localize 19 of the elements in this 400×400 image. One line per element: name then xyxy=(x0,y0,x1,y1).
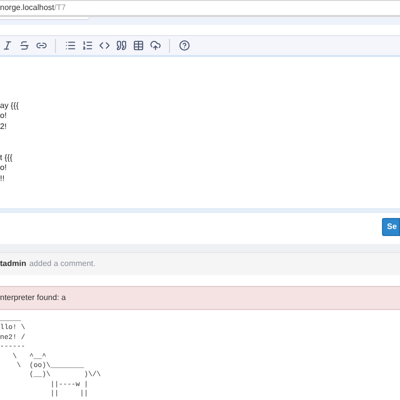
title-field[interactable] xyxy=(0,17,90,20)
editor-text-line: !! xyxy=(0,174,4,183)
editor-text-line: ay {{{ xyxy=(0,101,19,110)
send-button[interactable]: Se xyxy=(382,218,400,236)
comment-author[interactable]: tadmin xyxy=(0,258,26,270)
cloud-upload-icon[interactable] xyxy=(148,38,162,52)
numbered-list-icon[interactable] xyxy=(80,38,94,52)
error-message: nterpreter found: a xyxy=(0,292,66,304)
editor-text-line: t {{{ xyxy=(0,153,12,162)
table-icon[interactable] xyxy=(131,38,145,52)
editor-text-line: o! xyxy=(0,111,7,120)
help-icon[interactable] xyxy=(177,38,191,52)
comment-action: added a comment. xyxy=(29,258,96,270)
url-host: norge.localhost xyxy=(0,2,54,14)
address-bar[interactable]: norge.localhost/T7 xyxy=(0,0,400,17)
editor-text-line: 2! xyxy=(0,122,7,131)
editor-text-line: o! xyxy=(0,163,7,172)
quote-icon[interactable] xyxy=(114,38,128,52)
url-path: /T7 xyxy=(54,2,66,14)
